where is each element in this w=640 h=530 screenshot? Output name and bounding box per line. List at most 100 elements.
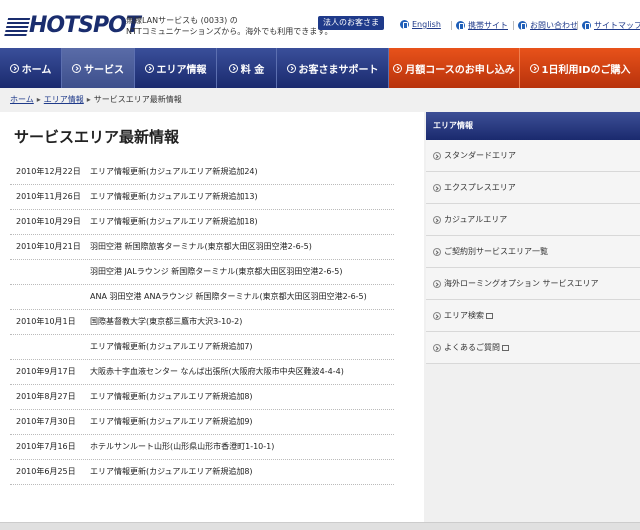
- news-list: 2010年12月22日 エリア情報更新(カジュアルエリア新規追加24) 2010年…: [10, 160, 394, 485]
- main-content: サービスエリア最新情報 2010年12月22日 エリア情報更新(カジュアルエリア新…: [0, 112, 424, 522]
- list-item: 2010年8月27日 エリア情報更新(カジュアルエリア新規追加8): [10, 385, 394, 410]
- arrow-icon: [433, 215, 441, 224]
- nav-service-label: サービス: [84, 64, 124, 76]
- arrow-icon: [433, 279, 441, 288]
- news-date: 2010年10月29日: [16, 217, 81, 226]
- sitemap-link-label: サイトマップ: [594, 21, 640, 30]
- sidebar-item-label: エクスプレスエリア: [444, 183, 516, 192]
- arrow-icon: [393, 63, 403, 73]
- arrow-icon: [286, 63, 296, 73]
- list-item: 羽田空港 JALラウンジ 新国際ターミナル(東京都大田区羽田空港2-6-5): [10, 260, 394, 285]
- nav-service[interactable]: サービス: [62, 48, 135, 88]
- sidebar-title: エリア情報: [426, 112, 640, 140]
- news-text: ホテルサンルート山形(山形県山形市香澄町1-10-1): [90, 442, 275, 451]
- sidebar-item-express-area[interactable]: エクスプレスエリア: [426, 172, 640, 204]
- news-date: 2010年6月25日: [16, 467, 76, 476]
- list-item: 2010年6月25日 エリア情報更新(カジュアルエリア新規追加8): [10, 460, 394, 485]
- breadcrumb-area[interactable]: エリア情報: [44, 95, 84, 104]
- divider: [577, 21, 578, 30]
- corporate-customers-button[interactable]: 法人のお客さま: [318, 16, 384, 30]
- logo-stripes-icon: [3, 18, 31, 38]
- bottom-bar: [0, 522, 640, 530]
- sidebar-item-faq[interactable]: よくあるご質問: [426, 332, 640, 364]
- contact-link-label: お問い合わせ: [530, 21, 578, 30]
- breadcrumb-current: サービスエリア最新情報: [93, 95, 182, 104]
- external-window-icon: [502, 344, 509, 351]
- breadcrumb-home[interactable]: ホーム: [10, 95, 34, 104]
- mail-icon: [518, 21, 527, 30]
- arrow-icon: [433, 311, 441, 320]
- english-link[interactable]: English: [400, 20, 441, 29]
- list-item: 2010年7月16日 ホテルサンルート山形(山形県山形市香澄町1-10-1): [10, 435, 394, 460]
- list-item: 2010年10月29日 エリア情報更新(カジュアルエリア新規追加18): [10, 210, 394, 235]
- list-item: エリア情報更新(カジュアルエリア新規追加7): [10, 335, 394, 360]
- arrow-icon: [433, 151, 441, 160]
- news-text: エリア情報更新(カジュアルエリア新規追加24): [90, 167, 258, 176]
- news-text: エリア情報更新(カジュアルエリア新規追加9): [90, 417, 253, 426]
- mobile-icon: [456, 21, 465, 30]
- arrow-icon: [529, 63, 539, 73]
- sidebar-item-label: 海外ローミングオプション サービスエリア: [444, 279, 599, 288]
- list-item: 2010年10月21日 羽田空港 新国際旅客ターミナル(東京都大田区羽田空港2-6…: [10, 235, 394, 260]
- arrow-icon: [72, 63, 81, 73]
- sidebar: エリア情報 スタンダードエリア エクスプレスエリア カジュアルエリア ご契約別サ…: [426, 112, 640, 522]
- divider: [513, 21, 514, 30]
- sidebar-item-area-search[interactable]: エリア検索: [426, 300, 640, 332]
- nav-daily-id-purchase-label: 1日利用IDのご購入: [541, 64, 631, 76]
- sidebar-item-contract-areas[interactable]: ご契約別サービスエリア一覧: [426, 236, 640, 268]
- sitemap-icon: [582, 21, 591, 30]
- contact-link[interactable]: お問い合わせ: [518, 20, 578, 31]
- tagline-line1: 無線LANサービスも (0033) の: [126, 16, 238, 25]
- sitemap-link[interactable]: サイトマップ: [582, 20, 640, 31]
- mobile-site-link-label: 携帯サイト: [468, 21, 508, 30]
- nav-area-info[interactable]: エリア情報: [135, 48, 217, 88]
- news-date: 2010年10月1日: [16, 317, 76, 326]
- header: HOTSPOT 無線LANサービスも (0033) の NTTコミュニケーション…: [0, 0, 640, 48]
- nav-area-info-label: エリア情報: [156, 64, 207, 76]
- nav-home[interactable]: ホーム: [0, 48, 62, 88]
- sidebar-item-label: カジュアルエリア: [444, 215, 508, 224]
- news-text: 羽田空港 新国際旅客ターミナル(東京都大田区羽田空港2-6-5): [90, 242, 312, 251]
- nav-home-label: ホーム: [21, 64, 52, 76]
- news-text: エリア情報更新(カジュアルエリア新規追加8): [90, 467, 253, 476]
- mobile-site-link[interactable]: 携帯サイト: [456, 20, 508, 31]
- news-date: 2010年7月16日: [16, 442, 76, 451]
- news-text: ANA 羽田空港 ANAラウンジ 新国際ターミナル(東京都大田区羽田空港2-6-…: [90, 292, 367, 301]
- breadcrumb: ホーム ▸ エリア情報 ▸ サービスエリア最新情報: [10, 94, 182, 105]
- english-link-label: English: [412, 20, 441, 29]
- nav-pricing[interactable]: 料 金: [217, 48, 277, 88]
- breadcrumb-separator: ▸: [36, 95, 41, 104]
- list-item: 2010年7月30日 エリア情報更新(カジュアルエリア新規追加9): [10, 410, 394, 435]
- sidebar-item-label: スタンダードエリア: [444, 151, 516, 160]
- arrow-icon: [144, 63, 154, 73]
- nav-pricing-label: 料 金: [240, 64, 265, 76]
- tagline: 無線LANサービスも (0033) の NTTコミュニケーションズから。海外でも…: [126, 15, 333, 37]
- arrow-icon: [433, 247, 441, 256]
- news-date: 2010年7月30日: [16, 417, 76, 426]
- news-date: [10, 341, 90, 353]
- arrow-icon: [228, 63, 238, 73]
- nav-monthly-signup[interactable]: 月額コースのお申し込み: [389, 48, 520, 88]
- sidebar-item-standard-area[interactable]: スタンダードエリア: [426, 140, 640, 172]
- news-text: 羽田空港 JALラウンジ 新国際ターミナル(東京都大田区羽田空港2-6-5): [90, 267, 343, 276]
- divider: [451, 21, 452, 30]
- sidebar-item-label: エリア検索: [444, 311, 484, 320]
- sidebar-item-casual-area[interactable]: カジュアルエリア: [426, 204, 640, 236]
- page-title: サービスエリア最新情報: [14, 128, 180, 146]
- sidebar-item-roaming-area[interactable]: 海外ローミングオプション サービスエリア: [426, 268, 640, 300]
- nav-support[interactable]: お客さまサポート: [277, 48, 389, 88]
- breadcrumb-separator: ▸: [86, 95, 91, 104]
- logo-text: HOTSPOT: [29, 13, 141, 38]
- list-item: 2010年9月17日 大阪赤十字血液センター なんば出張所(大阪府大阪市中央区難波…: [10, 360, 394, 385]
- main-nav: ホーム サービス エリア情報 料 金 お客さまサポート 月額コースのお申し込み …: [0, 48, 640, 88]
- news-text: エリア情報更新(カジュアルエリア新規追加7): [90, 342, 253, 351]
- hotspot-logo[interactable]: HOTSPOT: [3, 12, 141, 38]
- news-text: エリア情報更新(カジュアルエリア新規追加13): [90, 192, 258, 201]
- external-window-icon: [486, 312, 493, 319]
- nav-daily-id-purchase[interactable]: 1日利用IDのご購入: [520, 48, 640, 88]
- news-text: エリア情報更新(カジュアルエリア新規追加8): [90, 392, 253, 401]
- news-date: 2010年11月26日: [16, 192, 81, 201]
- news-date: 2010年8月27日: [16, 392, 76, 401]
- news-date: 2010年12月22日: [16, 167, 81, 176]
- news-date: 2010年9月17日: [16, 367, 76, 376]
